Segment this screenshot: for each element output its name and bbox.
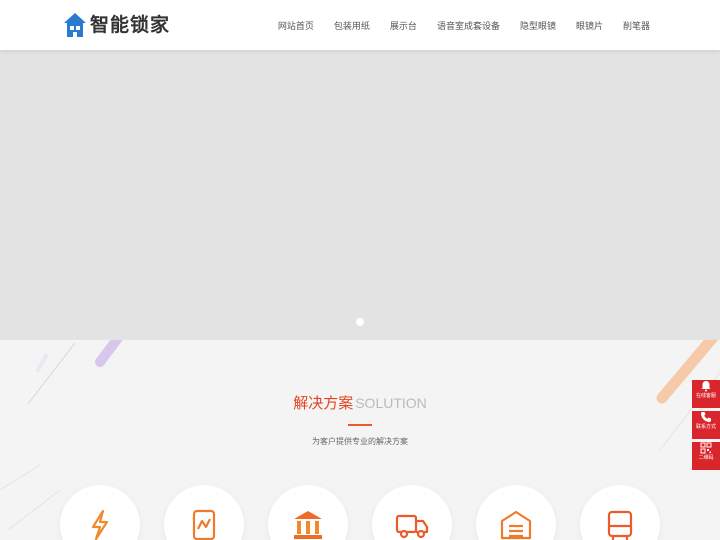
solution-section: 解决方案 SOLUTION 为客户提供专业的解决方案 [0, 340, 720, 540]
nav-display-stand[interactable]: 展示台 [390, 19, 417, 32]
banner-slider [0, 50, 720, 340]
nav-home[interactable]: 网站首页 [278, 19, 314, 32]
logo-text: 智能锁家 [90, 14, 171, 36]
main-nav: 网站首页 包装用纸 展示台 语音室成套设备 隐型眼镜 眼镜片 削笔器 [258, 0, 650, 50]
slider-dot[interactable] [356, 318, 364, 326]
solution-title-cn: 解决方案 [293, 394, 354, 412]
nav-packaging-paper[interactable]: 包装用纸 [334, 19, 370, 32]
truck-icon [395, 514, 429, 539]
site-logo[interactable]: 智能锁家 [63, 12, 170, 38]
nav-pencil-sharpener[interactable]: 削笔器 [623, 19, 650, 32]
contact-label: 联系方式 [695, 424, 716, 430]
online-service-button[interactable]: 在线客服 [692, 380, 720, 408]
bus-icon [607, 510, 633, 540]
warehouse-icon [500, 510, 532, 540]
contact-button[interactable]: 联系方式 [692, 411, 720, 439]
qrcode-icon [700, 442, 712, 454]
customer-service-icon [701, 381, 711, 392]
phone-icon [701, 412, 711, 422]
title-underline [348, 424, 372, 426]
bank-icon [294, 511, 322, 539]
online-service-label: 在线客服 [695, 393, 716, 399]
site-header: 智能锁家 网站首页 包装用纸 展示台 语音室成套设备 隐型眼镜 眼镜片 削笔器 [0, 0, 720, 50]
right-float-bar: 在线客服 联系方式 二维码 [692, 377, 720, 471]
solution-title: 解决方案 SOLUTION [0, 394, 720, 412]
house-logo-icon [64, 13, 86, 37]
solution-title-en: SOLUTION [355, 395, 427, 411]
qrcode-label: 二维码 [698, 455, 714, 461]
solution-subtitle: 为客户提供专业的解决方案 [312, 437, 408, 446]
lightning-icon [91, 509, 109, 540]
nav-voice-room-equipment[interactable]: 语音室成套设备 [437, 19, 500, 32]
nav-contact-lenses[interactable]: 隐型眼镜 [520, 19, 556, 32]
qrcode-button[interactable]: 二维码 [692, 442, 720, 470]
nav-eyeglass-lenses[interactable]: 眼镜片 [576, 19, 603, 32]
chart-tablet-icon [192, 509, 216, 540]
